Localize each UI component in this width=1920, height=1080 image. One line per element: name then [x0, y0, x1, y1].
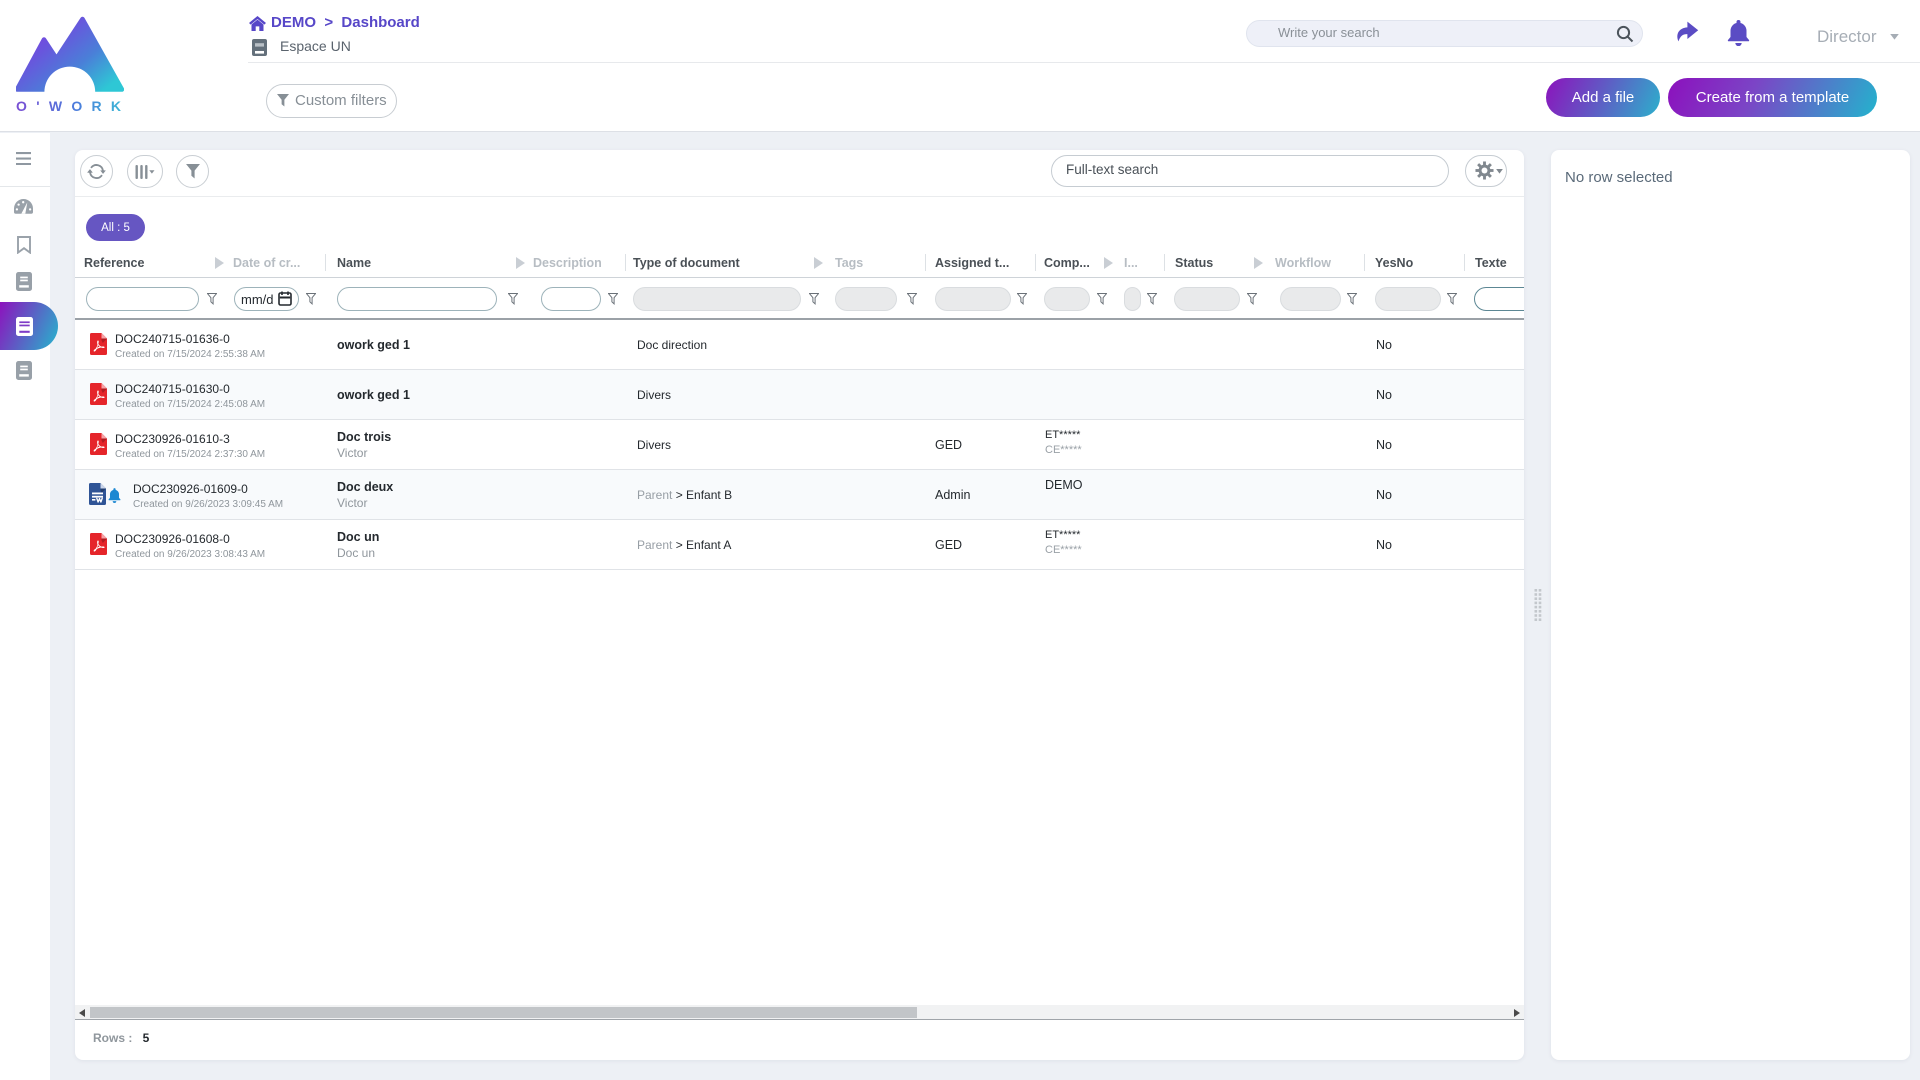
- svg-text:O'WORK: O'WORK: [16, 98, 124, 114]
